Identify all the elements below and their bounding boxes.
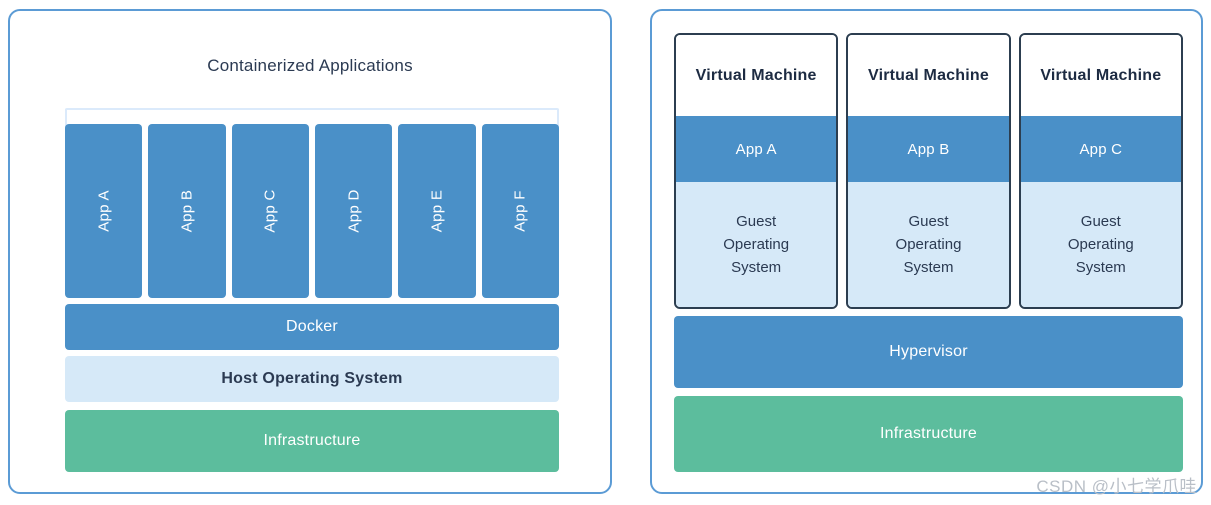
diagram-canvas: Containerized Applications App A App B A…: [0, 0, 1211, 505]
virtual-machines-row: Virtual Machine App A Guest Operating Sy…: [674, 33, 1183, 309]
virtual-machine-title: Virtual Machine: [1021, 35, 1181, 116]
virtual-machine-box: Virtual Machine App C Guest Operating Sy…: [1019, 33, 1183, 309]
container-app-box: App C: [232, 124, 309, 298]
virtual-machine-app-label: App C: [1021, 116, 1181, 182]
container-app-label: App F: [512, 190, 529, 232]
container-app-box: App A: [65, 124, 142, 298]
hypervisor-layer-bar: Hypervisor: [674, 316, 1183, 388]
container-app-box: App D: [315, 124, 392, 298]
guest-operating-system-label: Guest Operating System: [848, 182, 1008, 307]
container-app-label: App A: [95, 190, 112, 232]
container-app-label: App B: [178, 190, 195, 232]
guest-operating-system-label: Guest Operating System: [676, 182, 836, 307]
containerized-applications-title: Containerized Applications: [10, 56, 610, 76]
guest-operating-system-label: Guest Operating System: [1021, 182, 1181, 307]
container-app-box: App B: [148, 124, 225, 298]
container-app-box: App E: [398, 124, 475, 298]
virtual-machine-app-label: App B: [848, 116, 1008, 182]
docker-layer-bar: Docker: [65, 304, 559, 350]
host-operating-system-layer-bar: Host Operating System: [65, 356, 559, 402]
virtual-machine-box: Virtual Machine App A Guest Operating Sy…: [674, 33, 838, 309]
virtual-machine-architecture-panel: Virtual Machine App A Guest Operating Sy…: [650, 9, 1203, 494]
container-app-label: App E: [428, 190, 445, 232]
infrastructure-layer-bar-right: Infrastructure: [674, 396, 1183, 472]
virtual-machine-title: Virtual Machine: [848, 35, 1008, 116]
virtual-machine-title: Virtual Machine: [676, 35, 836, 116]
container-apps-row: App A App B App C App D App E App F: [65, 124, 559, 298]
container-app-label: App C: [262, 189, 279, 232]
csdn-watermark: CSDN @小七学爪哇: [1036, 472, 1197, 497]
container-app-label: App D: [345, 189, 362, 232]
container-architecture-panel: Containerized Applications App A App B A…: [8, 9, 612, 494]
virtual-machine-box: Virtual Machine App B Guest Operating Sy…: [846, 33, 1010, 309]
virtual-machine-app-label: App A: [676, 116, 836, 182]
infrastructure-layer-bar-left: Infrastructure: [65, 410, 559, 472]
container-app-box: App F: [482, 124, 559, 298]
